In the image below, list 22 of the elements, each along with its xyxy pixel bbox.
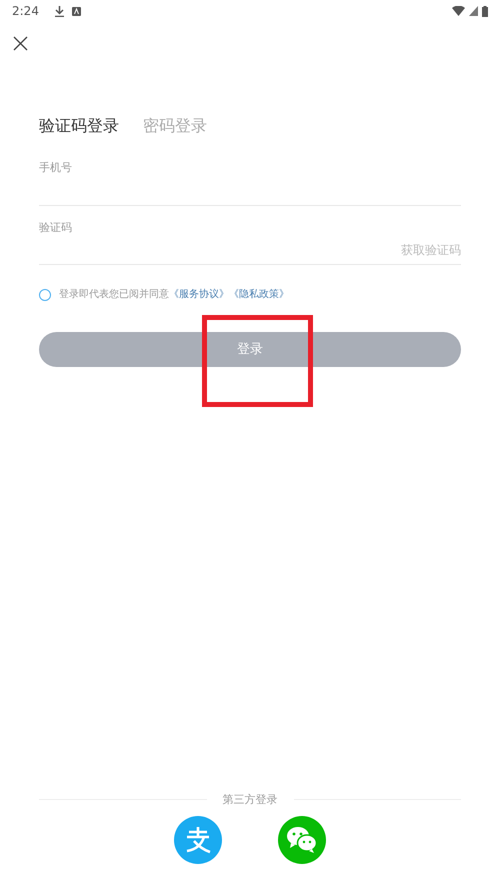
tab[interactable]: 验证码登录	[39, 114, 119, 138]
field-label: 验证码	[39, 220, 73, 236]
signal-icon	[469, 6, 478, 16]
agreement-checkbox[interactable]	[39, 288, 51, 300]
wechat-login-button[interactable]	[278, 816, 326, 864]
download-icon	[54, 6, 64, 16]
tab[interactable]: 密码登录	[143, 114, 207, 138]
third-party-title: 第三方登录	[222, 792, 278, 808]
get-code-button[interactable]: 获取验证码	[401, 241, 461, 259]
agreement-text: 登录即代表您已阅并同意《服务协议》《隐私政策》	[59, 288, 289, 302]
input-field[interactable]: 验证码 获取验证码	[39, 220, 461, 265]
chat-bubbles-icon	[286, 826, 318, 854]
status-time: 2:24	[12, 3, 39, 20]
wifi-icon	[452, 6, 465, 16]
alipay-login-button[interactable]	[174, 816, 222, 864]
battery-icon	[482, 6, 488, 16]
agreement-link[interactable]: 《隐私政策》	[229, 289, 289, 300]
close-icon[interactable]	[13, 36, 28, 52]
notification-icon	[72, 6, 81, 16]
input-field[interactable]: 手机号	[39, 160, 461, 206]
agreement-link[interactable]: 《服务协议》	[169, 289, 229, 300]
field-label: 手机号	[39, 160, 73, 176]
